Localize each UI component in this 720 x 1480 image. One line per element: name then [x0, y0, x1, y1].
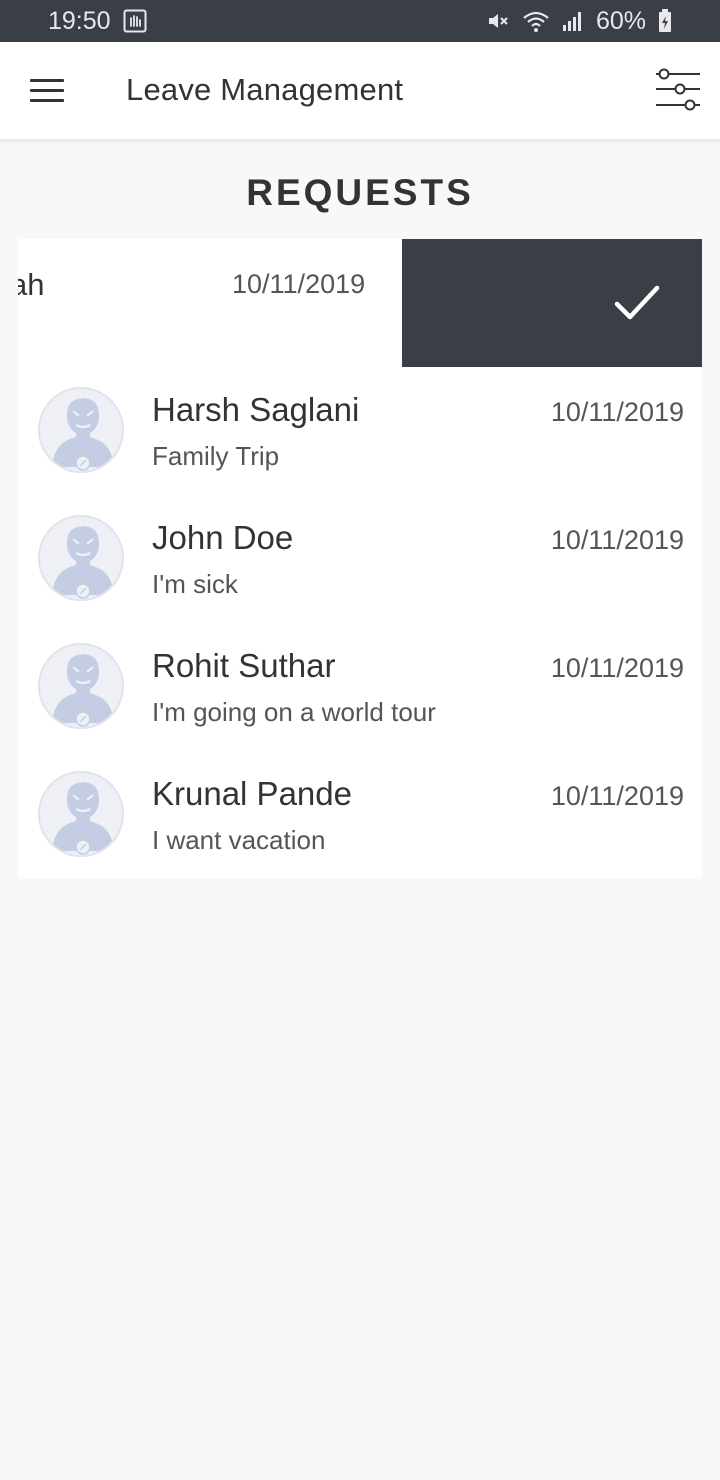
status-right: 60%: [486, 7, 672, 36]
list-item[interactable]: Krunal Pande I want vacation 10/11/2019: [18, 751, 702, 879]
request-date: 10/11/2019: [550, 525, 684, 555]
app-bar: Leave Management: [0, 42, 720, 140]
wifi-icon: [522, 9, 550, 33]
request-reason: I want vacation: [152, 825, 326, 855]
battery-icon: [658, 9, 672, 33]
swiped-request-name: ah: [18, 267, 45, 302]
signal-icon: [562, 10, 584, 32]
swiped-request-date: 10/11/2019: [232, 269, 366, 299]
avatar-placeholder-icon: [40, 645, 122, 727]
request-name: John Doe: [152, 519, 294, 556]
page-title: Leave Management: [126, 72, 404, 107]
request-date: 10/11/2019: [550, 397, 684, 427]
check-icon: [614, 285, 660, 320]
filter-sliders-icon[interactable]: [654, 68, 702, 114]
gesture-icon: [123, 9, 147, 33]
avatar: [38, 771, 124, 857]
request-reason: Family Trip: [152, 441, 280, 471]
request-reason: I'm going on a world tour: [152, 697, 436, 727]
request-list: Harsh Saglani Family Trip 10/11/2019 Joh…: [18, 367, 702, 879]
list-item[interactable]: Harsh Saglani Family Trip 10/11/2019: [18, 367, 702, 495]
status-time: 19:50: [48, 6, 111, 35]
request-name: Rohit Suthar: [152, 647, 336, 684]
hamburger-menu-icon[interactable]: [30, 76, 68, 106]
status-left: 19:50: [48, 7, 147, 36]
battery-percent: 60%: [595, 6, 646, 35]
request-reason: I'm sick: [152, 569, 238, 599]
request-name: Krunal Pande: [152, 775, 352, 812]
approve-button[interactable]: [402, 239, 702, 367]
avatar: [38, 643, 124, 729]
request-date: 10/11/2019: [550, 653, 684, 683]
list-item[interactable]: Rohit Suthar I'm going on a world tour 1…: [18, 623, 702, 751]
avatar-placeholder-icon: [40, 517, 122, 599]
swiped-request-row[interactable]: ah 10/11/2019: [18, 239, 702, 367]
request-date: 10/11/2019: [550, 781, 684, 811]
avatar-placeholder-icon: [40, 389, 122, 471]
avatar: [38, 515, 124, 601]
list-item[interactable]: John Doe I'm sick 10/11/2019: [18, 495, 702, 623]
avatar: [38, 387, 124, 473]
status-bar: 19:50 60%: [0, 0, 720, 42]
mute-icon: [486, 9, 510, 33]
request-name: Harsh Saglani: [152, 391, 360, 428]
avatar-placeholder-icon: [40, 773, 122, 855]
section-title: REQUESTS: [246, 172, 474, 213]
